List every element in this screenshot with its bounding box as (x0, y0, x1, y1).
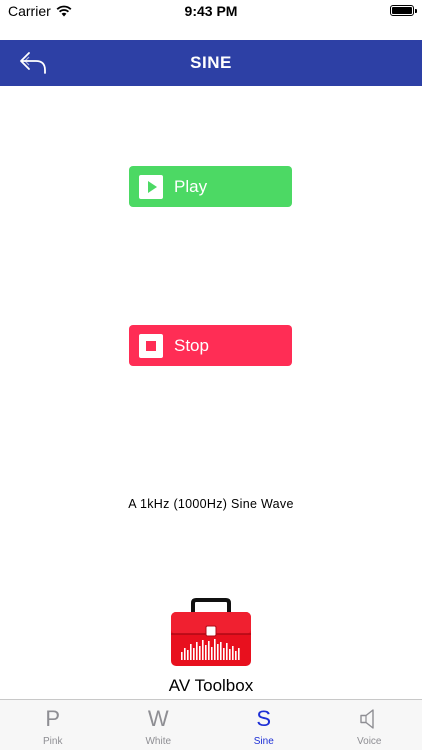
tab-voice-label: Voice (357, 736, 382, 747)
status-bar: Carrier 9:43 PM (0, 0, 422, 22)
play-button[interactable]: Play (129, 166, 292, 207)
play-label: Play (174, 176, 208, 196)
play-icon (139, 174, 163, 199)
stop-button[interactable]: Stop (129, 325, 292, 366)
tab-white[interactable]: W White (106, 700, 212, 750)
battery-icon (390, 5, 417, 16)
page-title: SINE (190, 53, 232, 72)
brand-label: AV Toolbox (168, 676, 254, 695)
stop-label: Stop (174, 335, 209, 355)
tab-pink[interactable]: P Pink (0, 700, 106, 750)
tab-white-glyph: W (147, 706, 169, 731)
tab-sine[interactable]: S Sine (211, 700, 317, 750)
tab-bar: P Pink W White S Sine Voice (0, 699, 422, 750)
stop-icon (139, 333, 163, 358)
toolbox-icon[interactable] (169, 598, 253, 668)
tab-white-label: White (145, 736, 172, 747)
nav-bar: SINE (0, 40, 422, 86)
tab-pink-glyph: P (45, 706, 61, 731)
tab-sine-label: Sine (253, 736, 274, 747)
tab-pink-label: Pink (43, 736, 63, 747)
tab-voice[interactable]: Voice (317, 700, 422, 750)
tab-sine-glyph: S (256, 706, 272, 731)
tone-description: A 1kHz (1000Hz) Sine Wave (128, 497, 294, 511)
status-time: 9:43 PM (184, 3, 238, 19)
speaker-icon (360, 709, 374, 729)
